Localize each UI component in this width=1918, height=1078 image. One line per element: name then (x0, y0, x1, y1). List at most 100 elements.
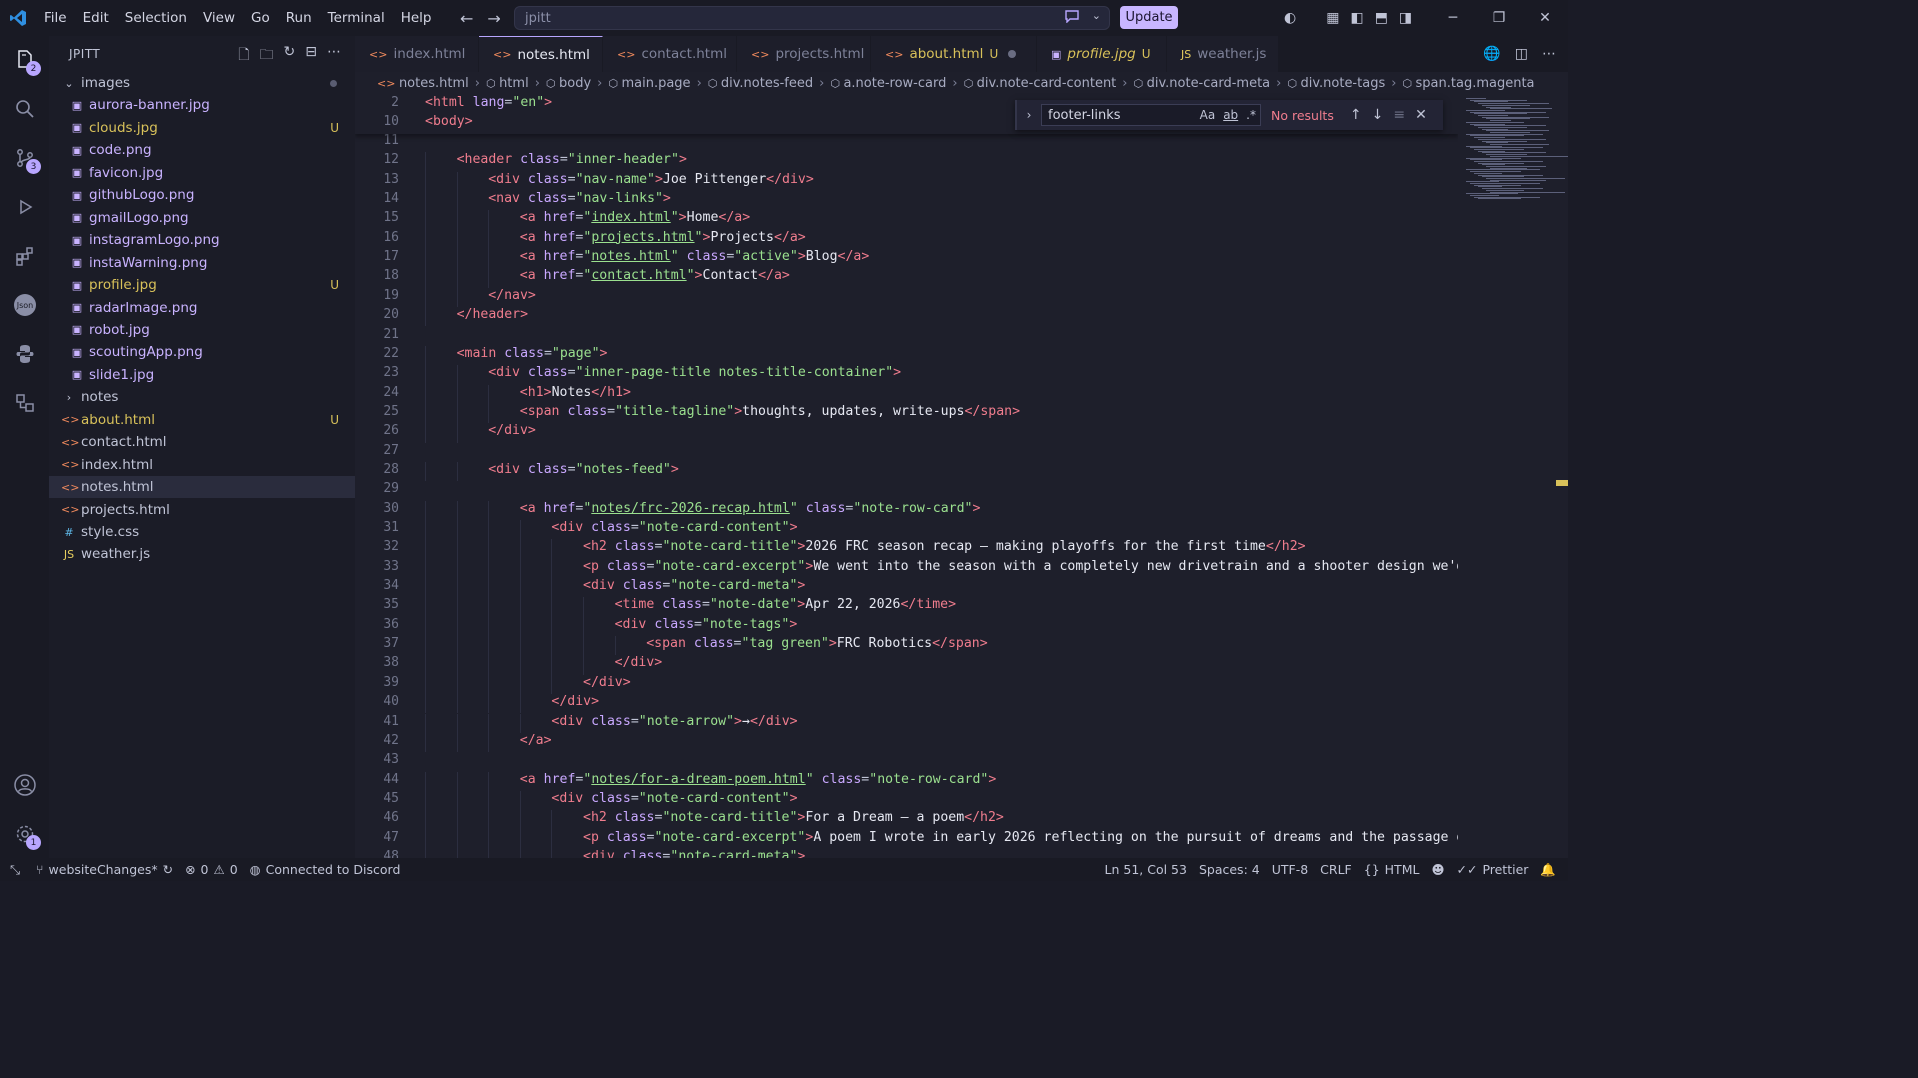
remote-indicator[interactable]: ⤡ (0, 862, 30, 878)
breadcrumb-item[interactable]: ⬡ body (546, 76, 591, 91)
run-debug-icon[interactable] (0, 183, 49, 231)
more-actions-icon[interactable]: ⋯ (1542, 46, 1556, 62)
code-line[interactable]: <a href="notes/for-a-dream-poem.html" cl… (520, 772, 997, 787)
code-line[interactable]: <span class="tag green">FRC Robotics</sp… (646, 636, 987, 651)
indentation[interactable]: Spaces: 4 (1193, 862, 1266, 877)
code-line[interactable]: <a href="projects.html">Projects</a> (520, 230, 806, 245)
sticky-code-line[interactable]: <body> (425, 114, 473, 129)
use-regex-toggle[interactable]: .* (1246, 108, 1256, 122)
code-line[interactable]: <a href="notes.html" class="active">Blog… (520, 249, 870, 264)
update-button[interactable]: Update (1120, 6, 1178, 29)
menu-go[interactable]: Go (243, 0, 278, 36)
breadcrumb-item[interactable]: ⬡ div.note-card-content (964, 76, 1117, 91)
copilot-chat-icon[interactable] (1064, 9, 1080, 27)
code-line[interactable]: <a href="contact.html">Contact</a> (520, 268, 790, 283)
back-arrow-icon[interactable]: ← (460, 9, 473, 28)
code-line[interactable]: <div class="note-card-content"> (551, 791, 797, 806)
breadcrumb-item[interactable]: <> notes.html (377, 76, 469, 91)
copilot-status-icon[interactable]: ☻ (1425, 862, 1450, 877)
tree-file[interactable]: <> projects.html (49, 499, 355, 521)
forward-arrow-icon[interactable]: → (487, 9, 500, 28)
code-line[interactable]: </div> (615, 655, 663, 670)
code-line[interactable]: </nav> (488, 288, 536, 303)
collapse-all-icon[interactable]: ⊟ (305, 44, 317, 68)
match-whole-word-toggle[interactable]: ab (1223, 108, 1238, 122)
breadcrumb-item[interactable]: ⬡ main.page (608, 76, 690, 91)
code-line[interactable]: <header class="inner-header"> (457, 152, 687, 167)
tree-file[interactable]: ▣ code.png (49, 139, 355, 161)
new-file-icon[interactable]: 🗋 (238, 44, 249, 68)
menu-view[interactable]: View (195, 0, 243, 36)
code-line[interactable]: </div> (488, 423, 536, 438)
toggle-panel-icon[interactable]: ⬒ (1375, 10, 1388, 26)
accounts-icon[interactable] (0, 761, 49, 809)
restore-icon[interactable]: ❐ (1476, 0, 1522, 36)
tree-file[interactable]: <> contact.html (49, 431, 355, 453)
close-find-icon[interactable]: ✕ (1415, 107, 1427, 123)
toggle-primary-sidebar-icon[interactable]: ◧ (1350, 10, 1363, 26)
menu-run[interactable]: Run (278, 0, 320, 36)
next-match-icon[interactable]: ↓ (1372, 107, 1384, 123)
tree-file[interactable]: <> about.html U (49, 409, 355, 431)
tab-contact-html[interactable]: <> contact.html (603, 36, 737, 72)
find-input[interactable]: footer-links Aa ab .* (1041, 104, 1261, 126)
menu-file[interactable]: File (36, 0, 75, 36)
prettier-status[interactable]: ✓✓ Prettier (1450, 862, 1534, 877)
line-ending[interactable]: CRLF (1314, 862, 1358, 877)
discord-status[interactable]: ◍ Connected to Discord (244, 862, 407, 877)
editor-scrollbar[interactable] (1556, 94, 1568, 858)
menu-terminal[interactable]: Terminal (320, 0, 393, 36)
explorer-icon[interactable]: 2 (0, 36, 49, 84)
tree-file[interactable]: ▣ robot.jpg (49, 319, 355, 341)
tree-file[interactable]: ▣ slide1.jpg (49, 364, 355, 386)
extensions-icon[interactable] (0, 232, 49, 280)
settings-gear-icon[interactable]: 1 (0, 810, 49, 858)
tree-file[interactable]: <> notes.html (49, 476, 355, 499)
code-line[interactable]: <h2 class="note-card-title">2026 FRC sea… (583, 539, 1306, 554)
code-line[interactable]: <div class="note-card-meta"> (583, 849, 805, 858)
previous-match-icon[interactable]: ↑ (1350, 107, 1362, 123)
command-center[interactable]: jpitt ⌄ (514, 6, 1110, 30)
breadcrumb-item[interactable]: ⬡ div.notes-feed (708, 76, 813, 91)
breadcrumb-item[interactable]: ⬡ a.note-row-card (830, 76, 946, 91)
code-line[interactable]: <p class="note-card-excerpt">We went int… (583, 559, 1458, 574)
tree-file[interactable]: ▣ instaWarning.png (49, 252, 355, 274)
code-line[interactable]: <a href="notes/frc-2026-recap.html" clas… (520, 501, 981, 516)
search-icon[interactable] (0, 85, 49, 133)
code-line[interactable]: <main class="page"> (457, 346, 608, 361)
minimize-icon[interactable]: ─ (1430, 0, 1476, 36)
code-line[interactable]: <div class="note-tags"> (615, 617, 798, 632)
tree-file[interactable]: ▣ githubLogo.png (49, 184, 355, 206)
tree-file[interactable]: ▣ radarImage.png (49, 297, 355, 319)
remote-explorer-icon[interactable] (0, 379, 49, 427)
menu-selection[interactable]: Selection (117, 0, 195, 36)
code-line[interactable]: </div> (583, 675, 631, 690)
code-line[interactable]: <p class="note-card-excerpt">A poem I wr… (583, 830, 1458, 845)
branch-indicator[interactable]: ⑂ websiteChanges* ↻ (30, 862, 179, 877)
unsaved-dot[interactable] (1008, 50, 1017, 58)
code-editor[interactable]: 2 <html lang="en"> 10 <body> 11 12 <header cl… (355, 94, 1458, 858)
tab-weather-js[interactable]: JS weather.js (1167, 36, 1279, 72)
minimap[interactable] (1458, 94, 1568, 858)
breadcrumb-item[interactable]: ⬡ span.tag.magenta (1402, 76, 1534, 91)
tree-file[interactable]: ▣ aurora-banner.jpg (49, 94, 355, 116)
code-line[interactable]: <h1>Notes</h1> (520, 385, 631, 400)
code-line[interactable]: </a> (520, 733, 552, 748)
code-line[interactable]: </header> (457, 307, 528, 322)
tree-folder[interactable]: › notes (49, 386, 355, 408)
problems-indicator[interactable]: ⊗ 0 ⚠ 0 (179, 862, 244, 877)
tree-file[interactable]: ▣ profile.jpg U (49, 274, 355, 296)
tree-file[interactable]: ▣ instagramLogo.png (49, 229, 355, 251)
json-icon[interactable]: Json (0, 281, 49, 329)
code-line[interactable]: <div class="note-card-meta"> (583, 578, 805, 593)
tree-file[interactable]: JS weather.js (49, 543, 355, 565)
code-line[interactable]: <div class="nav-name">Joe Pittenger</div… (488, 172, 814, 187)
close-window-icon[interactable]: ✕ (1522, 0, 1568, 36)
refresh-icon[interactable]: ↻ (284, 44, 296, 68)
code-line[interactable]: <div class="note-arrow">→</div> (551, 714, 797, 729)
breadcrumb-item[interactable]: ⬡ div.note-tags (1287, 76, 1385, 91)
language-mode[interactable]: {} HTML (1358, 862, 1426, 877)
tree-file[interactable]: # style.css (49, 521, 355, 543)
more-actions-icon[interactable]: ⋯ (327, 44, 341, 68)
match-case-toggle[interactable]: Aa (1200, 108, 1216, 122)
